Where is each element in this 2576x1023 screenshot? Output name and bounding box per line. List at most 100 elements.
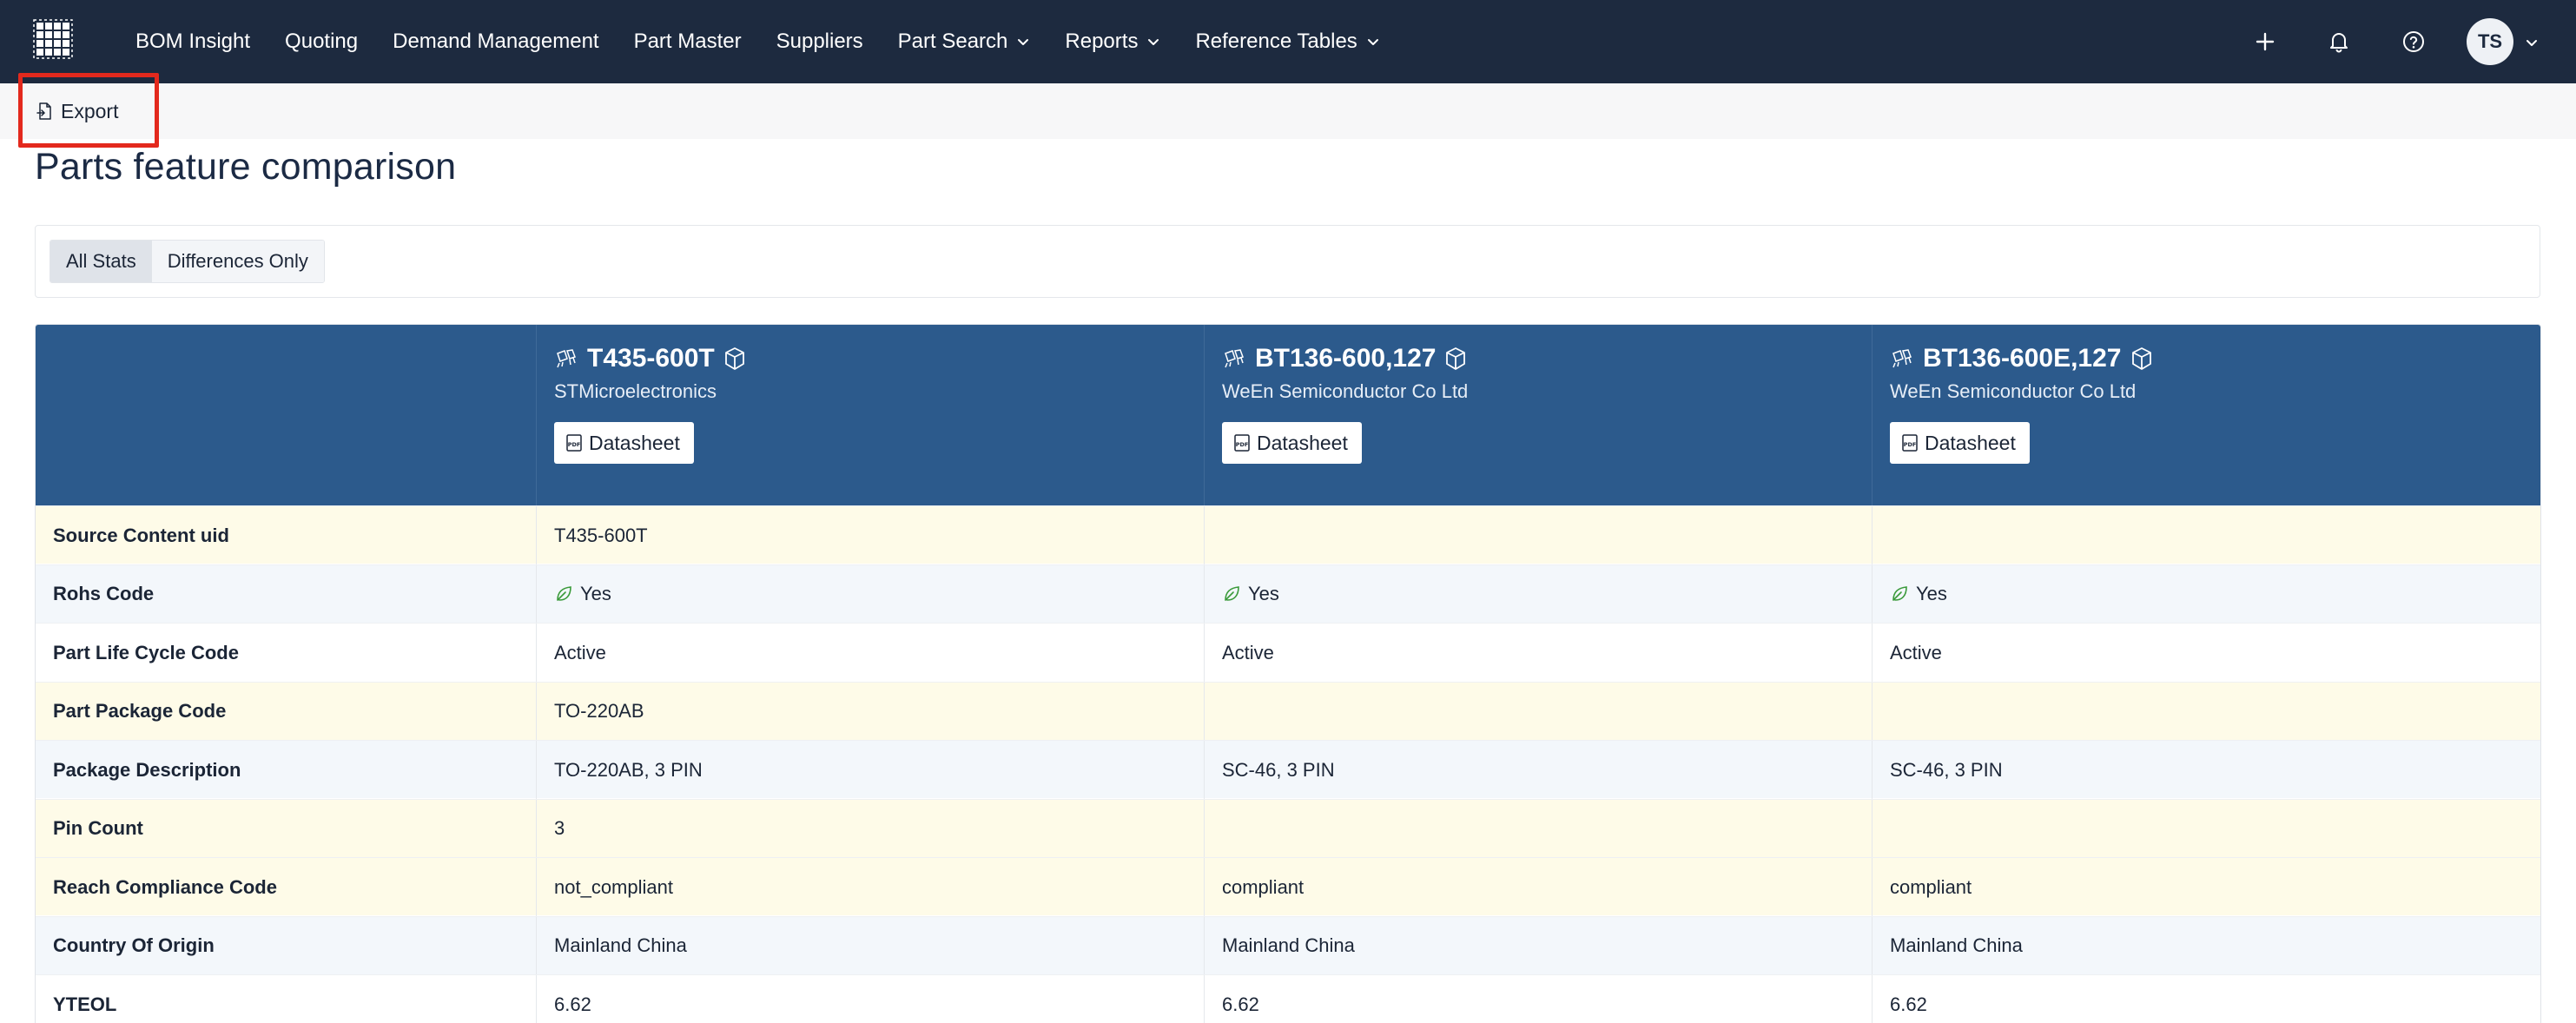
part-name-text[interactable]: T435-600T	[587, 344, 715, 373]
manufacturer-name: STMicroelectronics	[554, 380, 717, 402]
value-text: SC-46, 3 PIN	[1222, 758, 1335, 781]
value-cell: Yes	[536, 564, 1204, 624]
nav-item-part-search[interactable]: Part Search	[898, 30, 1031, 54]
manufacturer-name: WeEn Semiconductor Co Ltd	[1890, 380, 2137, 402]
row-label: Part Life Cycle Code	[53, 641, 239, 663]
datasheet-button[interactable]: PDF Datasheet	[1890, 422, 2030, 464]
app-grid-logo-icon[interactable]	[33, 19, 78, 64]
part-name-text[interactable]: BT136-600E,127	[1923, 344, 2122, 373]
table-row: Pin Count 3	[36, 798, 2540, 858]
nav-item-label: Reports	[1065, 30, 1139, 53]
comparison-filter-toggle: All Stats Differences Only	[50, 240, 325, 283]
leaf-icon	[1225, 586, 1239, 601]
value-cell: Yes	[1872, 564, 2540, 624]
chevron-down-icon	[1367, 39, 1378, 45]
leaf-icon	[1892, 586, 1907, 601]
svg-text:PDF: PDF	[568, 441, 581, 448]
value-cell: SC-46, 3 PIN	[1204, 741, 1872, 799]
value-text: Active	[1222, 641, 1274, 663]
row-label: YTEOL	[53, 993, 117, 1015]
value-cell	[1872, 682, 2540, 741]
value-text: Mainland China	[554, 934, 687, 956]
datasheet-button[interactable]: PDF Datasheet	[1222, 422, 1362, 464]
manufacturer-name: WeEn Semiconductor Co Ltd	[1222, 380, 1469, 402]
top-navigation-bar: BOM Insight Quoting Demand Management Part …	[0, 0, 2576, 83]
table-row: Country Of Origin Mainland China Mainland …	[36, 915, 2540, 975]
value-text: not_compliant	[554, 875, 673, 898]
chip-icon	[1892, 349, 1912, 368]
header-blank-cell	[36, 325, 536, 505]
nav-item-quoting[interactable]: Quoting	[285, 30, 358, 54]
datasheet-label: Datasheet	[1257, 431, 1348, 454]
value-text: Active	[554, 641, 606, 663]
row-label: Reach Compliance Code	[53, 875, 277, 898]
datasheet-label: Datasheet	[1925, 431, 2016, 454]
all-stats-button[interactable]: All Stats	[50, 241, 152, 282]
table-row: Source Content uid T435-600T	[36, 505, 2540, 564]
nav-item-label: Quoting	[285, 30, 359, 53]
table-row: Part Package Code TO-220AB	[36, 681, 2540, 741]
nav-item-reference-tables[interactable]: Reference Tables	[1195, 30, 1379, 54]
table-row: Part Life Cycle Code Active Active Active	[36, 623, 2540, 682]
part-name: T435-600T	[554, 344, 748, 373]
value-cell	[1204, 799, 1872, 858]
3d-model-cube-icon[interactable]	[2129, 346, 2155, 372]
main-menu: BOM Insight Quoting Demand Management Part …	[135, 0, 1415, 83]
3d-model-cube-icon[interactable]	[1443, 346, 1469, 372]
part-column-header: BT136-600E,127 WeEn Semiconductor Co Ltd…	[1872, 325, 2540, 505]
table-row: Package Description TO-220AB, 3 PIN SC-46,…	[36, 740, 2540, 799]
notifications-bell-icon[interactable]	[2320, 23, 2358, 61]
row-label: Part Package Code	[53, 700, 227, 722]
3d-model-cube-icon[interactable]	[722, 346, 748, 372]
nav-item-suppliers[interactable]: Suppliers	[776, 30, 863, 54]
nav-item-part-master[interactable]: Part Master	[634, 30, 742, 54]
datasheet-button[interactable]: PDF Datasheet	[554, 422, 694, 464]
add-icon[interactable]	[2246, 23, 2284, 61]
value-cell: Mainland China	[1872, 916, 2540, 975]
table-row: YTEOL 6.62 6.62 6.62	[36, 974, 2540, 1023]
value-text: Yes	[1248, 583, 1279, 604]
chip-icon	[1225, 349, 1244, 368]
table-row: Rohs Code Yes Yes Yes	[36, 564, 2540, 624]
value-text: 3	[554, 817, 565, 839]
svg-text:PDF: PDF	[1904, 441, 1917, 448]
value-cell: TO-220AB	[536, 682, 1204, 741]
svg-text:PDF: PDF	[1236, 441, 1249, 448]
differences-only-button[interactable]: Differences Only	[151, 241, 324, 282]
nav-item-reports[interactable]: Reports	[1065, 30, 1160, 54]
nav-item-bom-insight[interactable]: BOM Insight	[135, 30, 250, 54]
value-cell: Mainland China	[1204, 916, 1872, 975]
nav-item-demand-management[interactable]: Demand Management	[393, 30, 598, 54]
value-text: Mainland China	[1222, 934, 1355, 956]
value-cell: Yes	[1204, 564, 1872, 624]
value-cell: compliant	[1204, 858, 1872, 916]
help-question-icon[interactable]	[2394, 23, 2433, 61]
avatar-chevron-down-icon[interactable]	[2524, 35, 2540, 50]
row-label: Package Description	[53, 758, 241, 781]
value-cell	[1204, 506, 1872, 564]
page-title: Parts feature comparison	[35, 146, 457, 188]
value-text: TO-220AB, 3 PIN	[554, 758, 703, 781]
value-cell	[1204, 682, 1872, 741]
value-text: Active	[1890, 641, 1942, 663]
export-label: Export	[61, 99, 119, 122]
export-file-icon	[36, 102, 51, 120]
nav-item-label: Part Master	[633, 30, 742, 53]
leaf-icon	[557, 586, 571, 601]
action-toolbar	[0, 83, 2576, 139]
user-avatar[interactable]: TS	[2467, 18, 2513, 65]
chevron-down-icon	[1148, 39, 1159, 45]
part-name-text[interactable]: BT136-600,127	[1255, 344, 1436, 373]
part-column-header: T435-600T STMicroelectronics PDF Datashe…	[536, 325, 1204, 505]
value-cell	[1872, 506, 2540, 564]
value-cell: Active	[1872, 624, 2540, 682]
value-cell: SC-46, 3 PIN	[1872, 741, 2540, 799]
value-cell: 6.62	[1204, 975, 1872, 1023]
value-cell: Active	[1204, 624, 1872, 682]
value-text: Mainland China	[1890, 934, 2023, 956]
pdf-icon: PDF	[566, 434, 582, 452]
table-header: T435-600T STMicroelectronics PDF Datashe…	[36, 325, 2540, 505]
value-text: T435-600T	[554, 524, 648, 546]
row-label: Source Content uid	[53, 524, 229, 546]
export-button[interactable]: Export	[35, 97, 118, 125]
